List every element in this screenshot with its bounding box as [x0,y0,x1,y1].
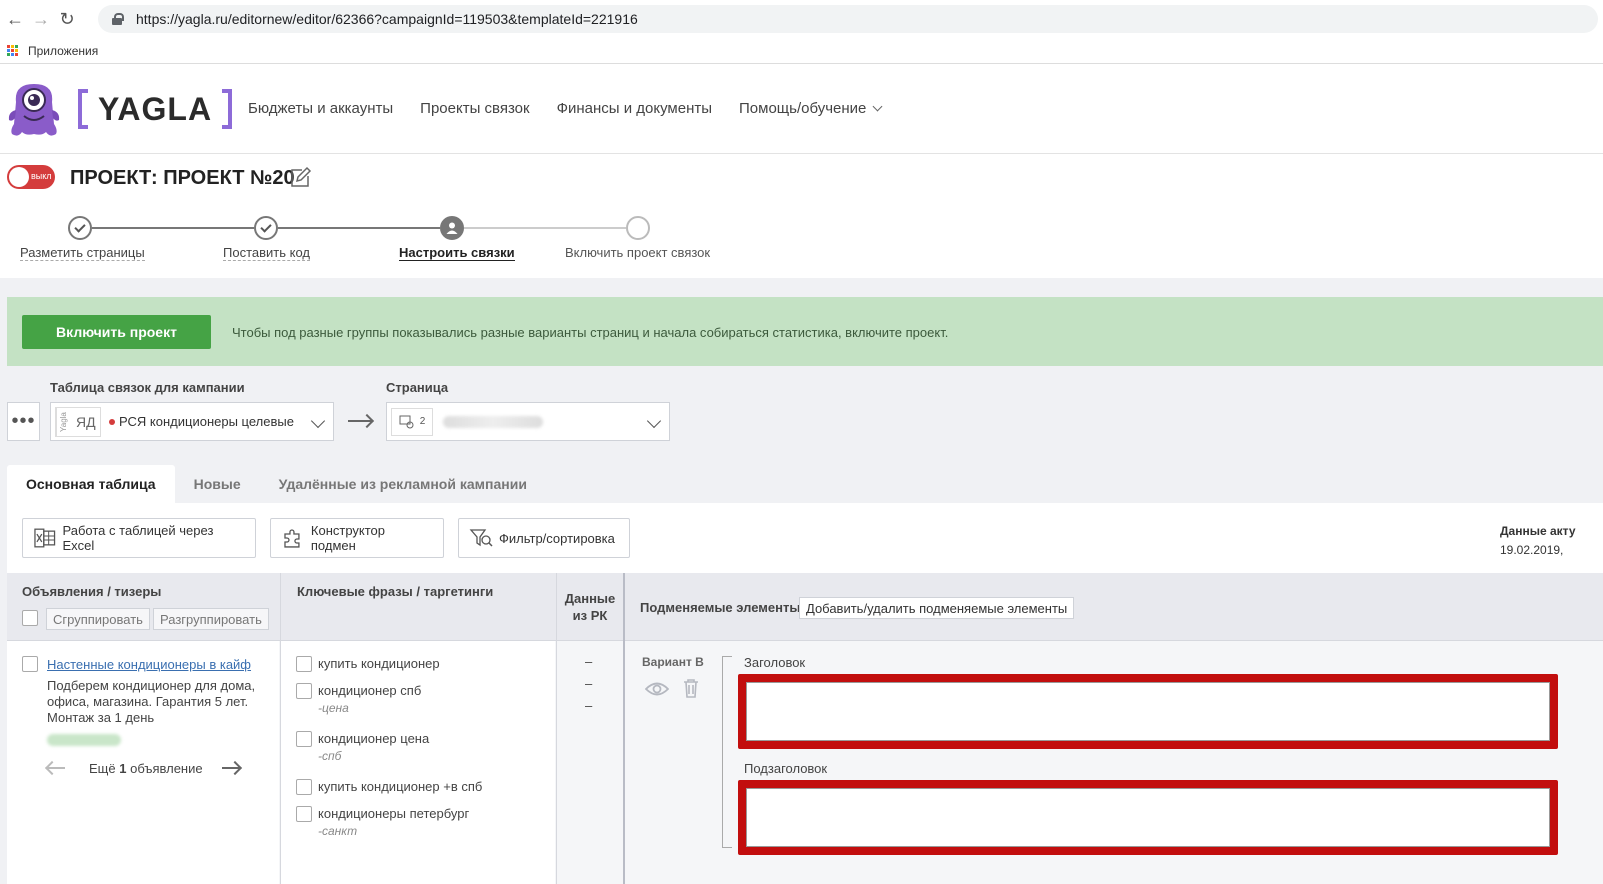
nav-projects[interactable]: Проекты связок [420,100,529,117]
yagla-logo[interactable]: YAGLA [78,88,233,130]
step-enable-project[interactable]: Включить проект связок [565,245,710,260]
keyword-checkbox[interactable] [296,683,312,699]
keyword-checkbox[interactable] [296,779,312,795]
eye-icon[interactable] [645,680,669,698]
step-2-check-icon[interactable] [254,216,278,240]
variant-label: Вариант B [642,655,704,669]
ad-description: Подберем кондиционер для дома, офиса, ма… [47,678,256,725]
nav-help-dropdown[interactable]: Помощь/обучение [739,100,881,117]
edit-icon[interactable] [288,166,312,190]
keyword-checkbox[interactable] [296,731,312,747]
project-toggle[interactable]: выкл [7,165,55,189]
main-nav: Бюджеты и аккаунты Проекты связок Финанс… [248,100,881,117]
col-keywords-header: Ключевые фразы / таргетинги [297,584,494,599]
keyword-row: купить кондиционер [296,656,440,672]
col-ads-header: Объявления / тизеры [22,584,162,599]
setup-stepper: Разметить страницы Поставить код Настрои… [0,210,760,270]
arrow-right-icon [348,420,372,422]
step-3-user-icon[interactable] [440,216,464,240]
page-url-blurred [443,415,543,428]
keyword-row: кондиционеры петербург -санкт [296,806,469,840]
excel-icon [34,528,56,548]
data-actuality: Данные акту 19.02.2019, [1500,524,1576,557]
ungroup-button[interactable]: Разгруппировать [153,608,269,630]
banner-text: Чтобы под разные группы показывались раз… [232,325,949,340]
trash-icon[interactable] [682,678,700,698]
subtitle-textarea-highlighted[interactable] [738,780,1558,855]
keyword-row: кондиционер цена -спб [296,731,429,765]
enable-project-button[interactable]: Включить проект [22,315,211,349]
data-value: – [585,654,593,669]
step-1-check-icon[interactable] [68,216,92,240]
address-bar[interactable]: https://yagla.ru/editornew/editor/62366?… [98,5,1598,33]
nav-finance[interactable]: Финансы и документы [557,100,712,117]
campaign-select[interactable]: Yagla ЯД РСЯ кондиционеры целевые [50,402,334,441]
page-label: Страница [386,380,449,395]
select-all-checkbox[interactable] [22,610,38,626]
filter-sort-button[interactable]: Фильтр/сортировка [458,518,630,558]
prev-ad-arrow-icon[interactable] [47,767,65,769]
bookmarks-bar: Приложения [0,38,1603,64]
constructor-button[interactable]: Конструктор подмен [270,518,444,558]
excel-button[interactable]: Работа с таблицей через Excel [22,518,256,558]
keyword-checkbox[interactable] [296,656,312,672]
puzzle-icon [284,529,300,548]
ad-checkbox[interactable] [22,656,38,672]
page-select[interactable]: 2 [386,402,670,441]
table-tabs: Основная таблица Новые Удалённые из рекл… [7,465,546,503]
step-install-code[interactable]: Поставить код [223,245,310,261]
keyword-row: кондиционер спб -цена [296,683,421,717]
tab-deleted[interactable]: Удалённые из рекламной кампании [260,465,546,503]
next-ad-arrow-icon[interactable] [222,767,240,769]
ad-url-blurred [47,734,121,746]
back-icon[interactable]: ← [2,6,28,32]
yandex-direct-badge: Yagla ЯД [55,406,101,437]
page-count-badge: 2 [391,407,433,436]
lock-icon [112,13,124,25]
tab-main-table[interactable]: Основная таблица [7,465,175,503]
yagla-mascot-logo[interactable] [6,80,62,138]
tab-new[interactable]: Новые [175,465,260,503]
campaign-label: Таблица связок для кампании [50,380,245,395]
step-configure-links[interactable]: Настроить связки [399,245,515,261]
data-value: – [585,698,593,713]
title-field-label: Заголовок [744,655,806,670]
app-header: YAGLA Бюджеты и аккаунты Проекты связок … [0,68,1603,154]
forward-icon[interactable]: → [28,6,54,32]
add-remove-elements-button[interactable]: Добавить/удалить подменяемые элементы [799,597,1075,619]
reload-icon[interactable]: ↻ [54,6,80,32]
variant-bracket [722,656,732,848]
apps-grid-icon[interactable] [7,44,19,57]
keyword-row: купить кондиционер +в спб [296,779,482,795]
data-value: – [585,676,593,691]
bookmark-apps[interactable]: Приложения [28,44,98,58]
keyword-checkbox[interactable] [296,806,312,822]
campaign-value: РСЯ кондиционеры целевые [119,414,294,429]
more-ads-label: Ещё 1 объявление [89,761,203,776]
group-button[interactable]: Сгруппировать [46,608,150,630]
pages-hand-icon [399,415,414,428]
more-options-button[interactable]: ••• [7,402,40,441]
chevron-down-icon [310,413,326,429]
subtitle-field-label: Подзаголовок [744,761,828,776]
status-dot-icon [109,418,115,425]
ad-title-link[interactable]: Настенные кондиционеры в кайф [47,657,251,672]
col-elements-header: Подменяемые элементы [640,600,801,615]
browser-toolbar: ← → ↻ https://yagla.ru/editornew/editor/… [0,0,1603,38]
step-4-circle-icon[interactable] [626,216,650,240]
toggle-label: выкл [31,171,52,181]
step-mark-pages[interactable]: Разметить страницы [20,245,145,261]
chevron-down-icon [646,413,662,429]
col-data-header: Данные из РК [564,591,616,623]
project-title: ПРОЕКТ: ПРОЕКТ №20 [70,167,295,189]
filter-search-icon [469,529,493,547]
nav-budgets[interactable]: Бюджеты и аккаунты [248,100,393,117]
title-textarea-highlighted[interactable] [738,674,1558,749]
url-text: https://yagla.ru/editornew/editor/62366?… [136,11,638,27]
